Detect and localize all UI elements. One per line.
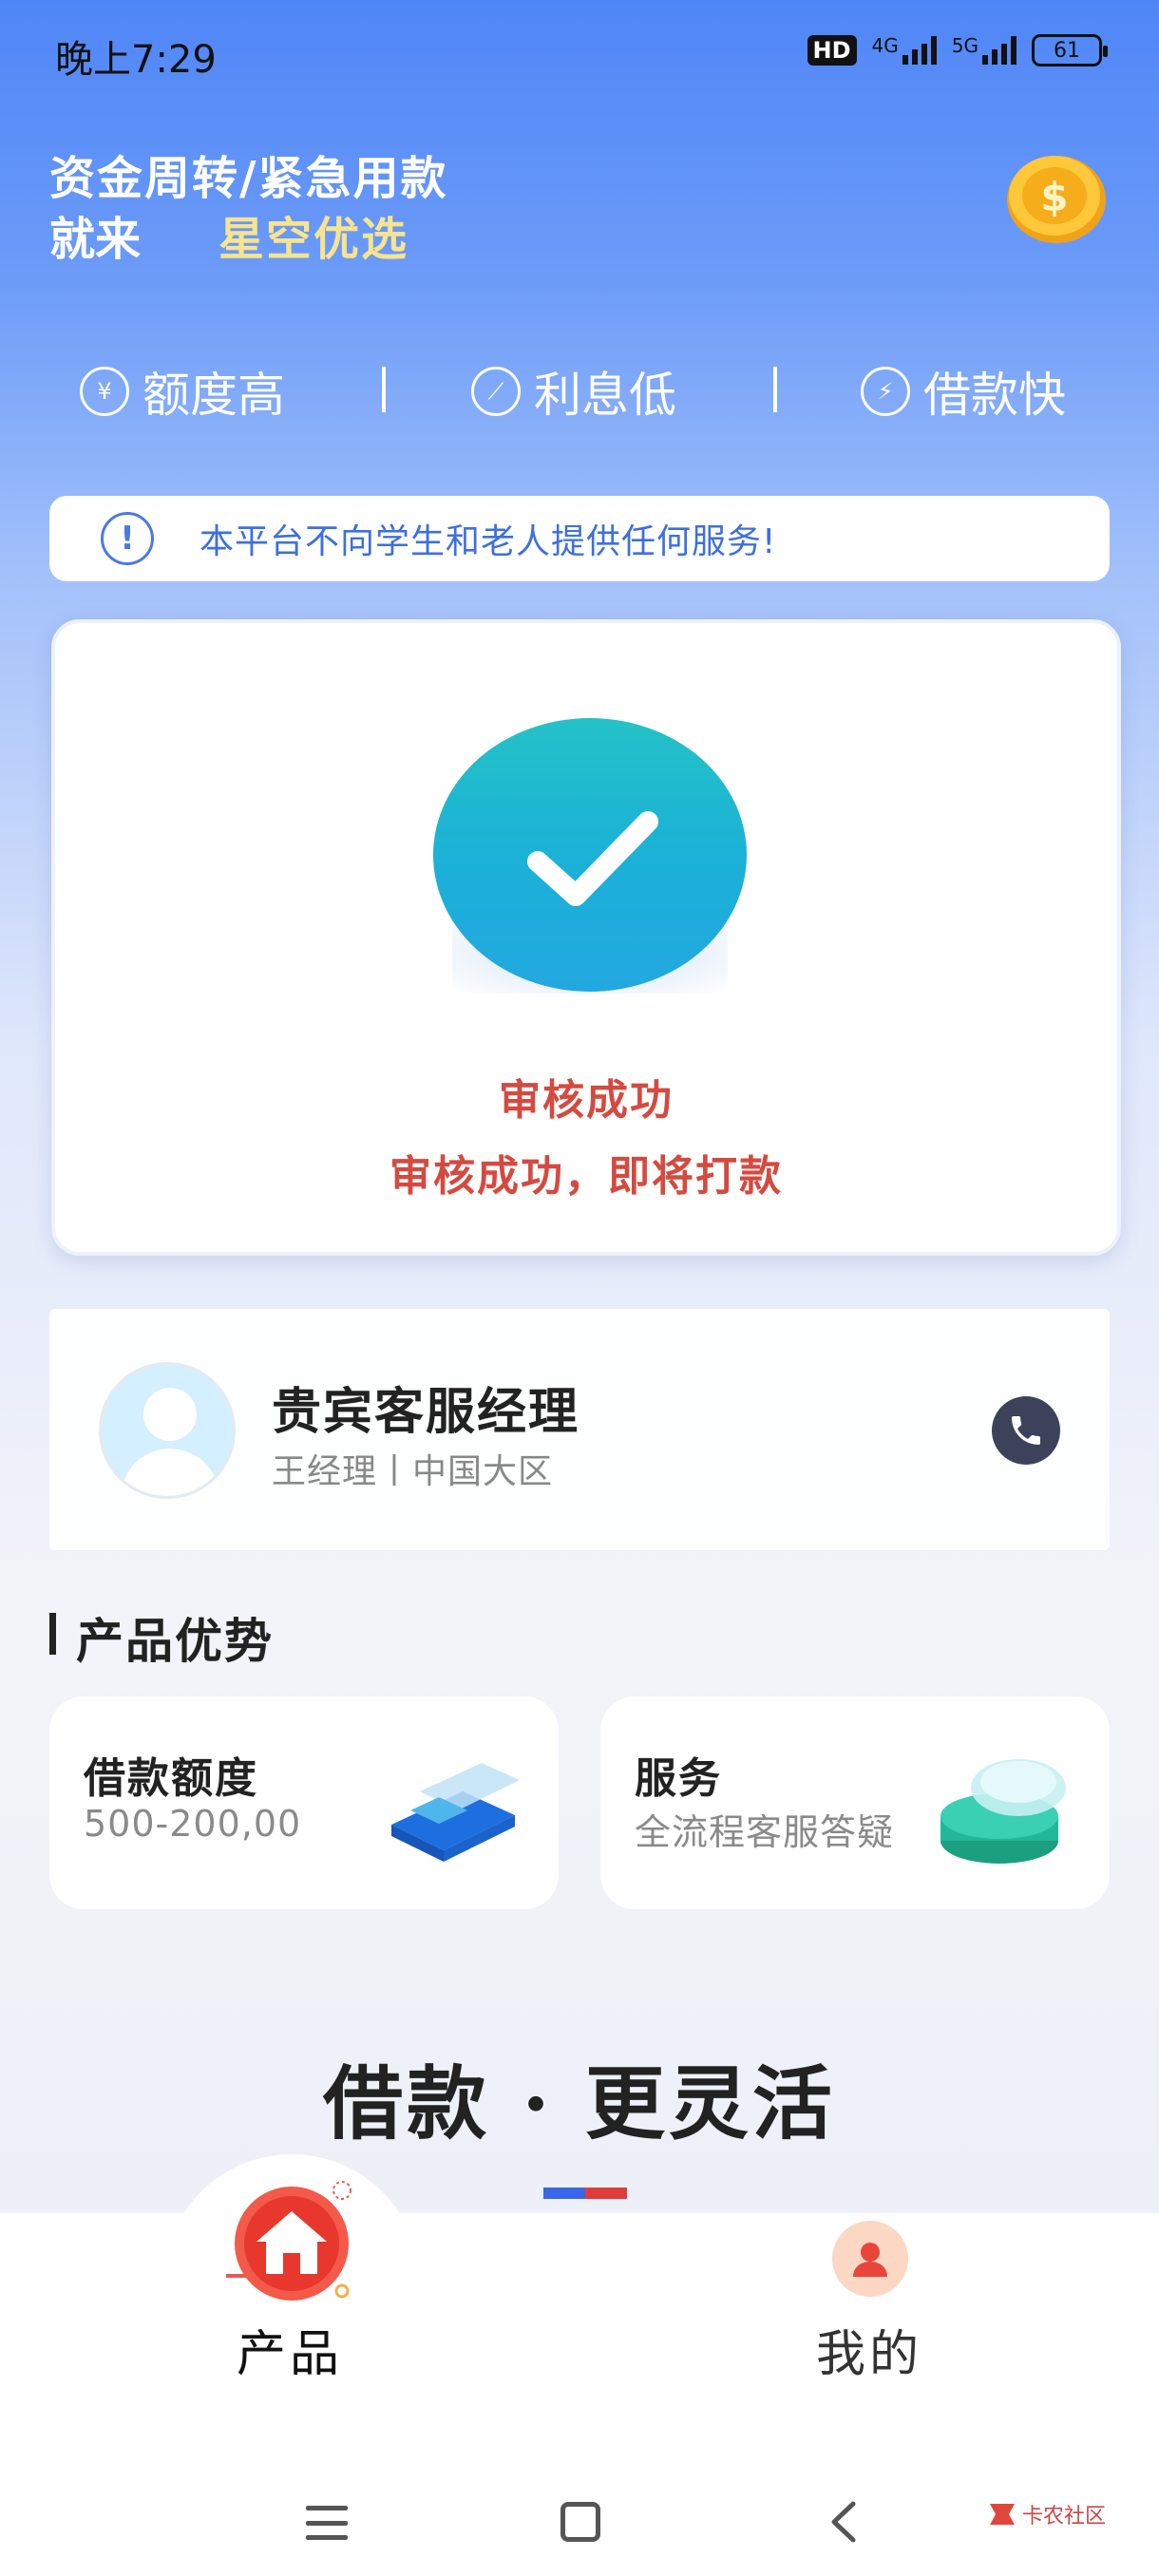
avatar	[99, 1362, 236, 1499]
feature-high-limit: ¥ 额度高	[80, 357, 285, 426]
notice-banner: ! 本平台不向学生和老人提供任何服务!	[49, 496, 1110, 581]
feature-strip: ¥ 额度高 ⟋ 利息低 ⚡ 借款快	[0, 357, 1159, 429]
avatar-body	[121, 1449, 219, 1496]
system-nav-bar: 卡农社区	[0, 2470, 1159, 2576]
coin-stack-icon	[940, 1759, 1066, 1864]
watermark-text: 卡农社区	[1022, 2505, 1107, 2529]
checkmark-icon	[433, 718, 747, 992]
notice-text: 本平台不向学生和老人提供任何服务!	[200, 522, 777, 561]
phone-icon	[1012, 1416, 1040, 1445]
tab-product[interactable]: 产品	[0, 2314, 580, 2385]
call-button[interactable]	[992, 1396, 1060, 1465]
status-icons: HD 4G 5G 61	[807, 34, 1108, 66]
section-title: 产品优势	[76, 1614, 274, 1669]
review-status-card: 审核成功 审核成功，即将打款	[51, 619, 1121, 1256]
manager-subtitle: 王经理丨中国大区	[272, 1452, 554, 1491]
success-badge	[433, 718, 747, 994]
lightning-icon: ⚡	[861, 367, 910, 416]
watermark-logo-icon	[990, 2504, 1015, 2525]
advantage-card-limit: 借款额度 500-200,00	[49, 1696, 559, 1909]
advantage-value: 全流程客服答疑	[635, 1811, 895, 1853]
feature-fast-loan: ⚡ 借款快	[861, 357, 1066, 426]
tab-mine[interactable]: 我的	[580, 2314, 1159, 2385]
back-icon[interactable]	[821, 2498, 868, 2546]
svg-text:$: $	[1040, 174, 1068, 220]
exclamation-icon: !	[101, 512, 154, 565]
network-label-4g: 4G	[871, 34, 899, 57]
section-marker	[49, 1613, 56, 1655]
advantage-value: 500-200,00	[84, 1803, 302, 1845]
feature-divider	[382, 367, 386, 412]
header-headline: 资金周转/紧急用款	[49, 152, 448, 205]
feature-label: 额度高	[142, 368, 285, 423]
battery-icon: 61	[1032, 34, 1108, 66]
advantage-card-service: 服务 全流程客服答疑	[600, 1696, 1110, 1909]
header-prefix: 就来	[49, 213, 142, 266]
feature-divider	[773, 367, 777, 412]
hd-badge: HD	[807, 35, 857, 66]
home-icon[interactable]	[220, 2175, 363, 2308]
manager-card[interactable]: 贵宾客服经理 王经理丨中国大区	[49, 1309, 1110, 1550]
slogan-text: 借款 · 更灵活	[323, 2056, 836, 2150]
home-square-icon[interactable]	[560, 2502, 600, 2542]
brand-name: 星空优选	[218, 213, 409, 266]
battery-level: 61	[1054, 38, 1080, 63]
avatar-head	[143, 1388, 197, 1441]
watermark: 卡农社区	[986, 2498, 1106, 2530]
advantage-label: 借款额度	[84, 1754, 258, 1803]
advantage-label: 服务	[635, 1754, 722, 1803]
stairs-icon: ⟋	[471, 367, 521, 416]
manager-title: 贵宾客服经理	[272, 1384, 580, 1441]
status-time: 晚上7:29	[55, 38, 217, 82]
slogan-underline	[543, 2185, 627, 2199]
signal-icon	[982, 36, 1016, 65]
signal-icon	[902, 36, 937, 65]
feature-label: 借款快	[923, 368, 1066, 423]
user-icon[interactable]	[832, 2221, 908, 2297]
dollar-coin-icon: $	[1007, 156, 1106, 243]
cards-icon	[391, 1763, 520, 1862]
feature-low-interest: ⟋ 利息低	[471, 357, 676, 426]
money-bag-icon: ¥	[80, 367, 129, 416]
app-screen: 晚上7:29 HD 4G 5G 61 资金周转/紧急用款 就来 星空优选 $ ¥…	[0, 0, 1159, 2576]
status-title: 审核成功	[499, 1076, 674, 1125]
status-subtitle: 审核成功，即将打款	[390, 1152, 783, 1201]
feature-label: 利息低	[534, 368, 676, 423]
menu-icon[interactable]	[306, 2506, 348, 2540]
network-label-5g: 5G	[951, 34, 978, 57]
